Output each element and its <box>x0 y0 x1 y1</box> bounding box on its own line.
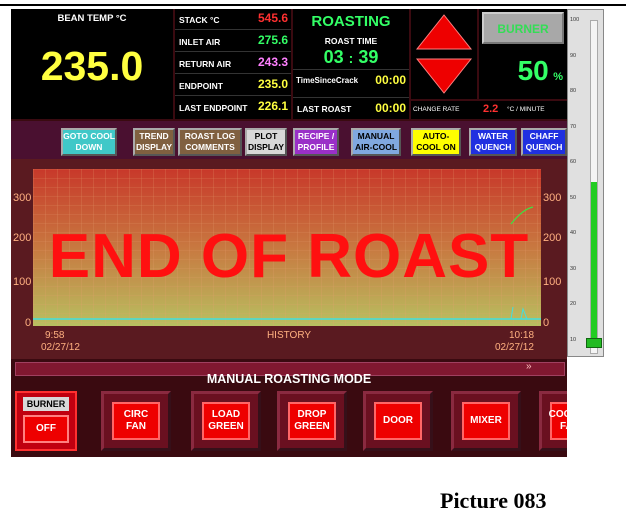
scroll-right-marker[interactable]: » <box>526 361 532 372</box>
gauge-tick-label: 70 <box>570 123 577 130</box>
burner-unit: % <box>553 71 563 83</box>
left-axis-tick-300: 300 <box>13 192 32 204</box>
roast-time-label: ROAST TIME <box>324 36 378 46</box>
roast-status: ROASTING <box>311 13 391 30</box>
circ-fan-label: CIRC FAN <box>112 402 160 440</box>
gauge-tick-label: 100 <box>570 17 580 23</box>
cooler-fan-button[interactable]: COOLER FAN <box>539 391 567 451</box>
load-green-button[interactable]: LOAD GREEN <box>191 391 261 451</box>
history-label: HISTORY <box>266 330 312 341</box>
top-rule <box>0 4 626 6</box>
drop-green-button[interactable]: DROP GREEN <box>277 391 347 451</box>
water-quench-button[interactable]: WATER QUENCH <box>469 128 517 156</box>
gauge-fill <box>591 182 597 342</box>
mixer-label: MIXER <box>462 402 510 440</box>
inlet-air-label: INLET AIR <box>179 37 221 47</box>
roast-log-comments-button[interactable]: ROAST LOG COMMENTS <box>178 128 242 156</box>
time-since-crack-label: TimeSinceCrack <box>296 76 359 85</box>
last-endpoint-label: LAST ENDPOINT <box>179 103 248 113</box>
inlet-air-value: 275.6 <box>257 33 288 47</box>
stack-temp-row: STACK °C 545.6 <box>175 9 291 30</box>
roast-plot: 300 200 100 0 300 200 100 0 END OF ROAST… <box>11 159 567 359</box>
chaff-quench-button[interactable]: CHAFF QUENCH <box>521 128 567 156</box>
change-rate-bar: CHANGE RATE 2.2 °C / MINUTE <box>411 101 567 119</box>
stack-temp-value: 545.6 <box>257 11 288 25</box>
door-button[interactable]: DOOR <box>363 391 433 451</box>
roast-time-value: 03 : 39 <box>293 47 409 68</box>
end-of-roast-overlay: END OF ROAST <box>48 222 530 291</box>
bean-temp-panel: BEAN TEMP °C 235.0 <box>11 9 173 119</box>
door-label: DOOR <box>374 402 422 440</box>
cooler-fan-label: COOLER FAN <box>549 402 567 440</box>
right-axis-tick-300: 300 <box>543 192 562 204</box>
mixer-button[interactable]: MIXER <box>451 391 521 451</box>
gauge-tick-label: 90 <box>570 52 577 59</box>
increase-arrow-icon[interactable] <box>415 13 473 51</box>
change-rate-label: CHANGE RATE <box>413 106 460 113</box>
gauge-tick-label: 50 <box>570 194 577 201</box>
inlet-air-row: INLET AIR 275.6 <box>175 31 291 52</box>
left-axis-tick-0: 0 <box>25 317 32 329</box>
last-endpoint-row: LAST ENDPOINT 226.1 <box>175 97 291 118</box>
roaster-control-panel: BEAN TEMP °C 235.0 STACK °C 545.6 INLET … <box>11 9 567 457</box>
manual-air-cool-button[interactable]: MANUAL AIR-COOL <box>351 128 401 156</box>
mode-label: MANUAL ROASTING MODE <box>206 372 372 386</box>
last-roast-label: LAST ROAST <box>297 104 352 114</box>
burner-toggle[interactable]: BURNER OFF <box>15 391 77 451</box>
endpoint-value: 235.0 <box>257 77 288 91</box>
gauge-tick-label: 10 <box>570 337 577 343</box>
return-air-value: 243.3 <box>257 55 288 69</box>
time-since-crack-row: TimeSinceCrack 00:00 <box>293 69 409 92</box>
circ-fan-button[interactable]: CIRC FAN <box>101 391 171 451</box>
drop-green-label: DROP GREEN <box>288 402 336 440</box>
readings-panel: STACK °C 545.6 INLET AIR 275.6 RETURN AI… <box>175 9 291 119</box>
burner-percent: 50 <box>517 55 549 86</box>
endpoint-label: ENDPOINT <box>179 81 223 91</box>
end-time: 10:18 <box>509 330 535 341</box>
roast-time-separator: : <box>348 50 354 66</box>
endpoint-row: ENDPOINT 235.0 <box>175 75 291 96</box>
roast-status-panel: ROASTING ROAST TIME 03 : 39 TimeSinceCra… <box>293 9 409 119</box>
bean-temp-label: BEAN TEMP °C <box>57 13 127 24</box>
level-gauge: 100 90 80 70 60 50 40 30 20 10 <box>567 9 604 357</box>
plot-display-button[interactable]: PLOT DISPLAY <box>245 128 287 156</box>
load-green-label: LOAD GREEN <box>202 402 250 440</box>
change-rate-unit: °C / MINUTE <box>507 106 545 113</box>
gauge-handle[interactable] <box>586 338 602 348</box>
change-rate-value: 2.2 <box>483 103 499 115</box>
start-date: 02/27/12 <box>41 342 80 353</box>
burner-toggle-state[interactable]: OFF <box>23 415 69 443</box>
arrow-control-panel <box>411 9 477 99</box>
caption: Picture 083 <box>440 488 547 513</box>
return-air-row: RETURN AIR 243.3 <box>175 53 291 74</box>
return-air-label: RETURN AIR <box>179 59 232 69</box>
auto-cool-on-button[interactable]: AUTO-COOL ON <box>411 128 461 156</box>
decrease-arrow-icon[interactable] <box>415 57 473 95</box>
goto-cool-down-button[interactable]: GOTO COOL DOWN <box>61 128 117 156</box>
burner-label: BURNER <box>497 22 549 36</box>
gauge-tick-label: 80 <box>570 88 577 95</box>
last-roast-row: LAST ROAST 00:00 <box>293 97 409 120</box>
recipe-profile-button[interactable]: RECIPE / PROFILE <box>293 128 339 156</box>
burner-toggle-label: BURNER <box>23 397 69 411</box>
last-endpoint-value: 226.1 <box>257 99 288 113</box>
gauge-tick-label: 30 <box>570 265 577 272</box>
gauge-tick-label: 60 <box>570 159 577 166</box>
burner-value: 50 % <box>479 55 563 87</box>
time-since-crack-value: 00:00 <box>375 73 406 87</box>
trend-display-button[interactable]: TREND DISPLAY <box>133 128 175 156</box>
burner-label-box: BURNER <box>482 12 564 44</box>
gauge-tick-label: 20 <box>570 301 577 308</box>
last-roast-value: 00:00 <box>375 101 406 115</box>
stack-temp-label: STACK °C <box>179 15 220 25</box>
roast-time-seconds: 39 <box>358 47 379 67</box>
end-date: 02/27/12 <box>495 342 534 353</box>
gauge-tick-label: 40 <box>570 230 577 237</box>
roast-time-minutes: 03 <box>323 47 344 67</box>
right-axis-tick-0: 0 <box>543 317 550 329</box>
start-time: 9:58 <box>45 330 65 341</box>
bean-temp-value: 235.0 <box>40 43 144 89</box>
burner-panel: BURNER 50 % <box>479 9 567 99</box>
